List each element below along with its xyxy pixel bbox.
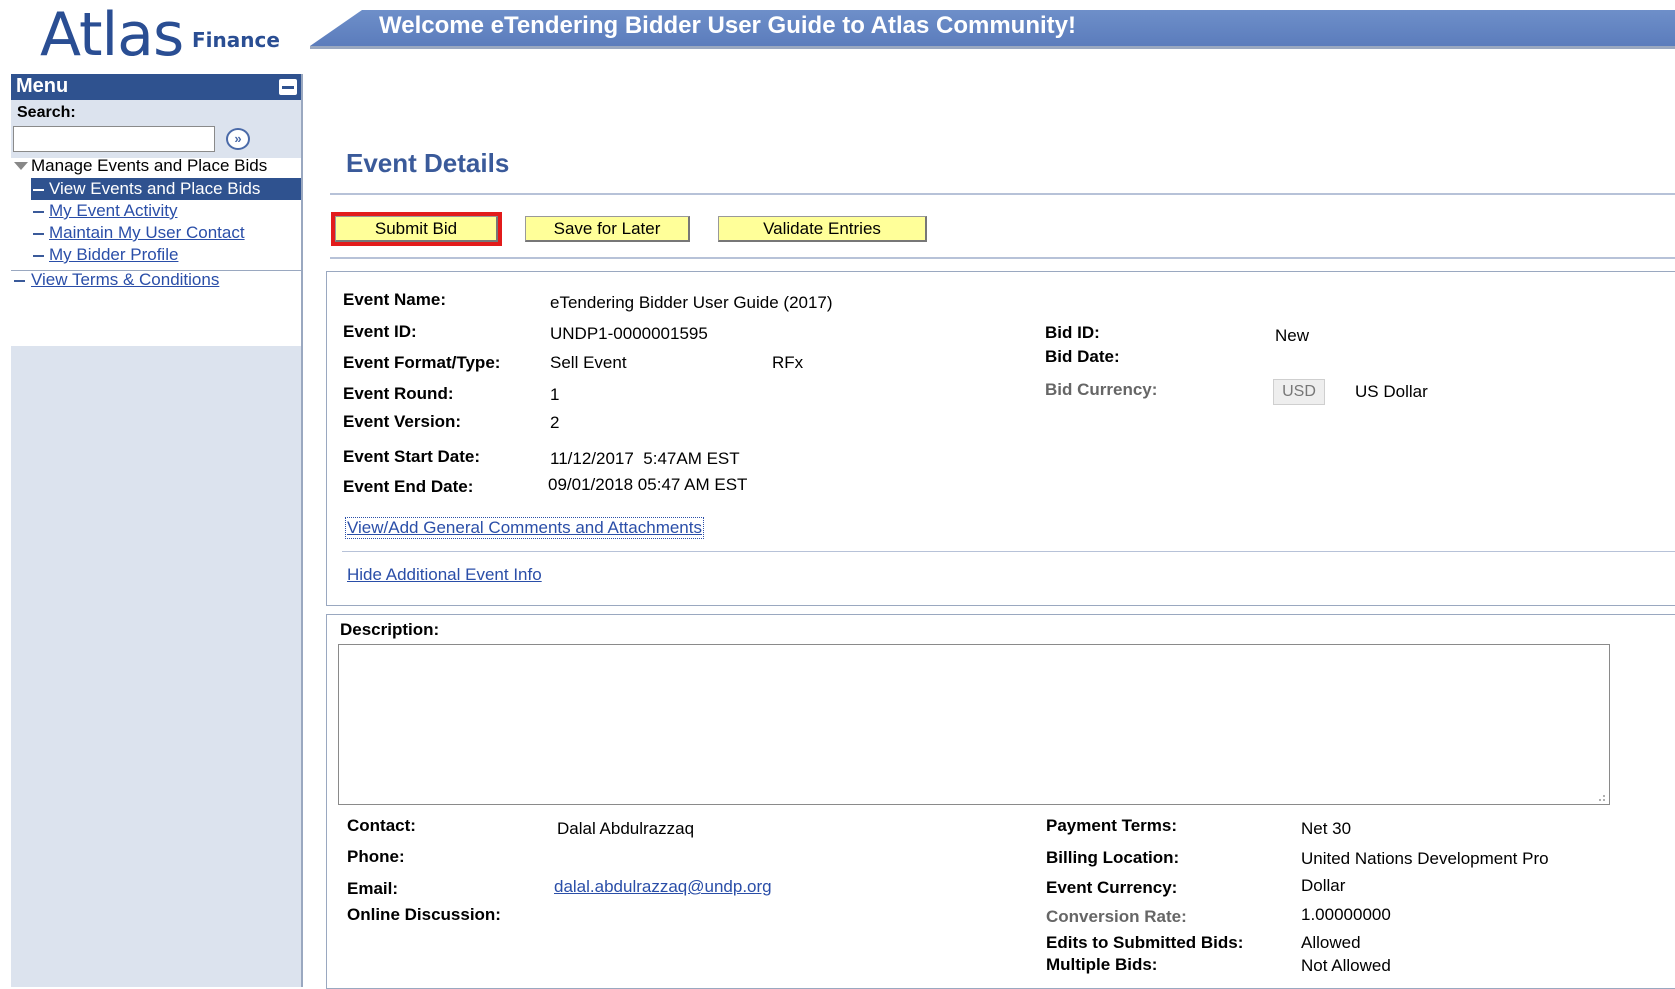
edits-submitted-bids-label: Edits to Submitted Bids: <box>1046 933 1244 952</box>
event-format-value: Sell Event <box>550 353 627 372</box>
save-for-later-button[interactable]: Save for Later <box>525 216 690 242</box>
description-label: Description: <box>340 620 440 639</box>
event-id-label: Event ID: <box>343 322 417 341</box>
expand-arrow-icon[interactable] <box>14 162 28 170</box>
conversion-rate-value: 1.00000000 <box>1301 905 1391 924</box>
logo-main-text: Atlas <box>40 0 184 70</box>
search-input[interactable] <box>13 126 215 152</box>
event-type-value: RFx <box>772 353 804 372</box>
email-label: Email: <box>347 879 399 898</box>
event-version-value: 2 <box>550 413 560 432</box>
menu-header: Menu <box>11 74 301 100</box>
event-name-label: Event Name: <box>343 290 446 309</box>
bid-currency-name: US Dollar <box>1355 382 1428 401</box>
event-format-label: Event Format/Type: <box>343 353 501 372</box>
description-textarea[interactable] <box>338 644 1610 805</box>
submit-bid-button[interactable]: Submit Bid <box>331 212 502 246</box>
payment-terms-value: Net 30 <box>1301 819 1352 838</box>
online-discussion-label: Online Discussion: <box>347 905 501 924</box>
resize-grip-icon[interactable] <box>1594 790 1606 802</box>
payment-terms-label: Payment Terms: <box>1046 816 1178 835</box>
banner-title: Welcome eTendering Bidder User Guide to … <box>379 12 1076 39</box>
hide-additional-info-link[interactable]: Hide Additional Event Info <box>347 565 542 585</box>
menu-title: Menu <box>16 75 69 97</box>
event-currency-value: Dollar <box>1301 876 1346 895</box>
bid-currency-label: Bid Currency: <box>1045 380 1158 399</box>
search-go-icon[interactable]: » <box>226 128 250 150</box>
validate-entries-button[interactable]: Validate Entries <box>718 216 927 242</box>
event-end-value: 09/01/2018 05:47 AM EST <box>548 475 748 494</box>
tree-item-view-events[interactable]: View Events and Place Bids <box>49 179 260 199</box>
collapse-icon[interactable] <box>279 79 297 95</box>
event-info-panel <box>326 271 1675 606</box>
event-round-value: 1 <box>550 385 560 404</box>
tree-folder-manage-events[interactable]: Manage Events and Place Bids <box>31 156 267 176</box>
bid-id-value: New <box>1275 326 1310 345</box>
tree-dash-icon <box>14 280 25 282</box>
event-id-value: UNDP1-0000001595 <box>550 324 708 343</box>
toolbar-divider <box>330 257 1675 259</box>
atlas-finance-logo: Atlas Finance <box>40 0 280 70</box>
tree-dash-icon <box>33 211 44 213</box>
sidebar-menu: Menu Search: » Manage Events and Place B… <box>11 74 303 987</box>
event-end-label: Event End Date: <box>343 477 474 496</box>
tree-item-bidder-profile[interactable]: My Bidder Profile <box>49 245 178 265</box>
conversion-rate-label: Conversion Rate: <box>1046 907 1187 926</box>
bid-currency-code-field: USD <box>1273 379 1325 405</box>
event-version-label: Event Version: <box>343 412 462 431</box>
view-add-comments-link[interactable]: View/Add General Comments and Attachment… <box>345 517 704 539</box>
event-start-value: 11/12/2017 5:47AM EST <box>550 449 740 468</box>
title-divider <box>330 193 1675 195</box>
billing-location-value: United Nations Development Pro <box>1301 849 1549 868</box>
billing-location-label: Billing Location: <box>1046 848 1180 867</box>
event-round-label: Event Round: <box>343 384 454 403</box>
contact-label: Contact: <box>347 816 416 835</box>
search-label: Search: <box>17 104 76 121</box>
logo-sub-text: Finance <box>192 28 280 52</box>
bid-id-label: Bid ID: <box>1045 323 1100 342</box>
event-name-value: eTendering Bidder User Guide (2017) <box>550 293 833 312</box>
page-title: Event Details <box>346 148 510 178</box>
tree-item-maintain-contact[interactable]: Maintain My User Contact <box>49 223 245 243</box>
multiple-bids-value: Not Allowed <box>1301 956 1391 975</box>
contact-value: Dalal Abdulrazzaq <box>557 819 695 838</box>
tree-dash-icon <box>33 255 44 257</box>
tree-dash-icon <box>33 233 44 235</box>
tree-item-my-event-activity[interactable]: My Event Activity <box>49 201 177 221</box>
multiple-bids-label: Multiple Bids: <box>1046 955 1158 974</box>
email-link[interactable]: dalal.abdulrazzaq@undp.org <box>554 877 772 897</box>
banner-notch <box>310 10 362 46</box>
tree-item-terms[interactable]: View Terms & Conditions <box>31 270 219 290</box>
tree-dash-icon <box>33 189 44 191</box>
event-currency-label: Event Currency: <box>1046 878 1178 897</box>
event-panel-divider <box>342 551 1675 552</box>
phone-label: Phone: <box>347 847 405 866</box>
bid-date-label: Bid Date: <box>1045 347 1120 366</box>
edits-submitted-bids-value: Allowed <box>1301 933 1361 952</box>
event-start-label: Event Start Date: <box>343 447 480 466</box>
